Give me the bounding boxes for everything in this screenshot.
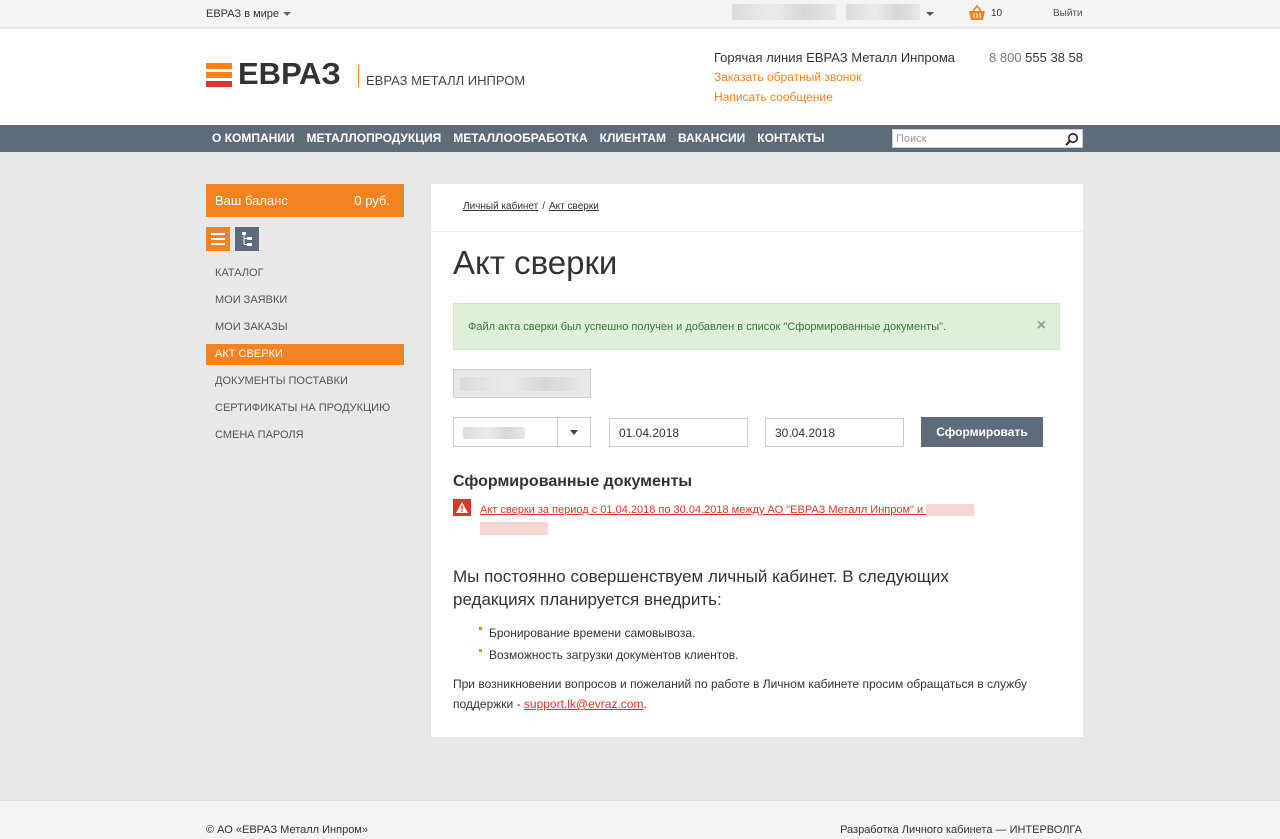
list-item: Бронирование времени самовывоза. [479, 624, 738, 646]
date-to-input[interactable] [765, 418, 904, 447]
menu-icon-line [211, 238, 225, 240]
menu-icon-line [211, 233, 225, 235]
generated-doc-link[interactable]: Акт сверки за период с 01.04.2018 по 30.… [480, 501, 1040, 537]
logo-subtitle: ЕВРАЗ МЕТАЛЛ ИНПРОМ [366, 73, 526, 88]
chevron-down-icon[interactable] [926, 12, 934, 16]
doc-link-text[interactable]: Акт сверки за период с 01.04.2018 по 30.… [480, 504, 923, 516]
support-email-link[interactable]: support.lk@evraz.com [524, 697, 644, 711]
date-from-input[interactable] [609, 418, 748, 447]
sidebar-menu: КАТАЛОГ МОИ ЗАЯВКИ МОИ ЗАКАЗЫ АКТ СВЕРКИ… [206, 263, 404, 452]
nav-item-metal-processing[interactable]: МЕТАЛЛООБРАБОТКА [447, 125, 593, 152]
hotline-label: Горячая линия ЕВРАЗ Металл Инпрома [714, 50, 956, 65]
sidebar-item-certificates[interactable]: СЕРТИФИКАТЫ НА ПРОДУКЦИЮ [206, 398, 404, 425]
list-item: Возможность загрузки документов клиентов… [479, 646, 738, 668]
sidebar-item-reconciliation[interactable]: АКТ СВЕРКИ [206, 344, 404, 365]
phone-number: 555 38 58 [1025, 50, 1084, 65]
breadcrumb-item[interactable]: Акт сверки [549, 201, 599, 212]
balance-label: Ваш баланс [215, 193, 288, 208]
improvements-text: Мы постоянно совершенствуем личный кабин… [453, 567, 949, 609]
close-icon[interactable]: × [1037, 317, 1046, 335]
site-header: ЕВРАЗ ЕВРАЗ МЕТАЛЛ ИНПРОМ Горячая линия … [0, 29, 1280, 125]
logo-stripe [206, 63, 232, 69]
breadcrumb-separator: / [542, 201, 546, 212]
top-bar: ЕВРАЗ в мире 10 Выйти [0, 0, 1280, 28]
logout-link[interactable]: Выйти [1053, 8, 1083, 19]
hotline-phone: 8 800 555 38 58 [989, 50, 1083, 65]
region-label[interactable]: ЕВРАЗ в мире [206, 8, 279, 20]
breadcrumb: Личный кабинет / Акт сверки [463, 201, 599, 212]
main-nav: О КОМПАНИИ МЕТАЛЛОПРОДУКЦИЯ МЕТАЛЛООБРАБ… [0, 125, 1280, 152]
contract-value-redacted [463, 427, 525, 439]
balance-panel[interactable]: Ваш баланс 0 руб. [206, 184, 404, 217]
nav-item-metal-products[interactable]: МЕТАЛЛОПРОДУКЦИЯ [301, 125, 448, 152]
counterparty-redacted [480, 521, 548, 535]
copyright: © АО «ЕВРАЗ Металл Инпром» [206, 824, 368, 836]
nav-item-about[interactable]: О КОМПАНИИ [206, 125, 301, 152]
sidebar-item-my-orders[interactable]: МОИ ЗАКАЗЫ [206, 317, 404, 344]
counterparty-redacted [926, 504, 975, 517]
success-alert: Файл акта сверки был успешно получен и д… [453, 303, 1060, 350]
search-input[interactable] [893, 130, 1058, 148]
features-list: Бронирование времени самовывоза. Возможн… [479, 624, 738, 668]
select-divider [557, 418, 558, 446]
support-tail: . [643, 697, 647, 711]
logo-divider [358, 65, 359, 87]
user-company-redacted[interactable] [846, 4, 920, 20]
nav-items: О КОМПАНИИ МЕТАЛЛОПРОДУКЦИЯ МЕТАЛЛООБРАБ… [206, 125, 831, 152]
generate-button[interactable]: Сформировать [921, 417, 1043, 447]
page-title: Акт сверки [453, 244, 618, 281]
logo-icon[interactable] [206, 63, 232, 87]
nav-item-clients[interactable]: КЛИЕНТАМ [594, 125, 672, 152]
balance-value: 0 руб. [354, 193, 390, 208]
tree-view-icon[interactable] [235, 227, 259, 251]
logo-text[interactable]: ЕВРАЗ [238, 56, 341, 92]
nav-item-contacts[interactable]: КОНТАКТЫ [751, 125, 830, 152]
sidebar-item-change-password[interactable]: СМЕНА ПАРОЛЯ [206, 425, 404, 452]
alert-message: Файл акта сверки был успешно получен и д… [468, 321, 947, 333]
developer-credit[interactable]: Разработка Личного кабинета — ИНТЕРВОЛГА [840, 824, 1082, 836]
menu-icon-line [211, 243, 225, 245]
sidebar-item-delivery-docs[interactable]: ДОКУМЕНТЫ ПОСТАВКИ [206, 371, 404, 398]
site-footer: © АО «ЕВРАЗ Металл Инпром» Разработка Ли… [0, 800, 1280, 839]
sidebar-item-my-requests[interactable]: МОИ ЗАЯВКИ [206, 290, 404, 317]
nav-item-vacancies[interactable]: ВАКАНСИИ [672, 125, 751, 152]
warning-icon [453, 499, 471, 516]
organization-name-redacted [460, 377, 582, 391]
support-text: При возникновении вопросов и пожеланий п… [453, 674, 1053, 714]
region-selector[interactable]: ЕВРАЗ в мире [206, 8, 292, 20]
search-icon[interactable] [1065, 132, 1079, 146]
basket-icon[interactable] [968, 5, 986, 21]
chevron-down-icon[interactable] [570, 430, 578, 435]
chevron-down-icon[interactable] [283, 12, 292, 17]
phone-prefix: 8 800 [989, 50, 1022, 65]
user-name-redacted[interactable] [732, 4, 836, 20]
logo-stripe [206, 81, 232, 87]
contract-select[interactable] [453, 417, 591, 447]
divider [431, 231, 1083, 232]
sidebar-item-catalog[interactable]: КАТАЛОГ [206, 263, 404, 290]
generated-docs-heading: Сформированные документы [453, 473, 693, 490]
message-link[interactable]: Написать сообщение [714, 90, 833, 104]
callback-link[interactable]: Заказать обратный звонок [714, 70, 861, 84]
cart-count[interactable]: 10 [991, 8, 1002, 19]
search-box [892, 129, 1083, 148]
breadcrumb-item[interactable]: Личный кабинет [463, 201, 538, 212]
list-view-toggle[interactable] [206, 227, 230, 251]
organization-button[interactable] [453, 369, 591, 398]
logo-stripe [206, 72, 232, 78]
main-content: Личный кабинет / Акт сверки Акт сверки Фай… [431, 184, 1083, 737]
